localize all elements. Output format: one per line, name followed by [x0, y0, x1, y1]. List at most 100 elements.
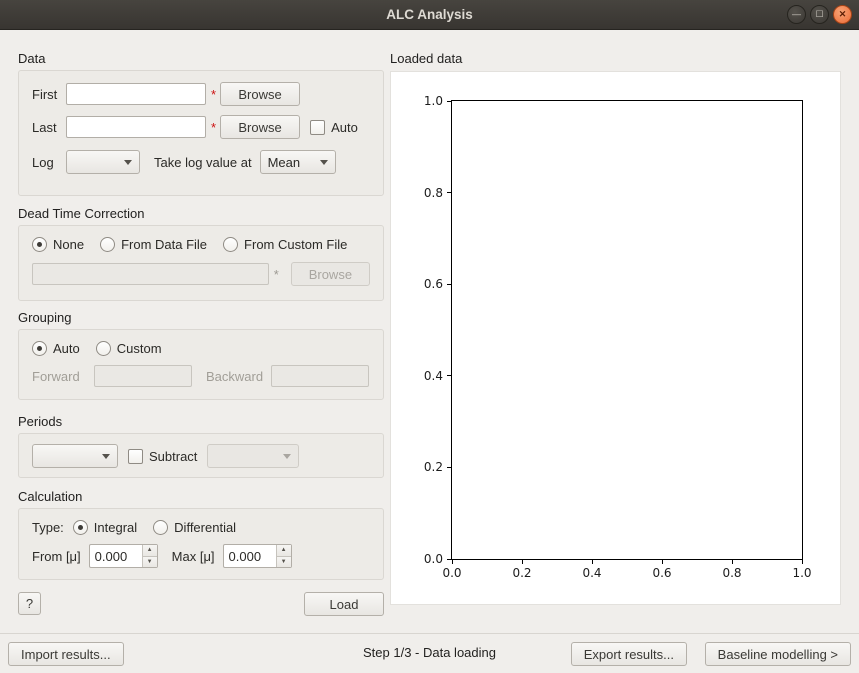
first-browse-button[interactable]: Browse	[220, 82, 300, 106]
log-label: Log	[32, 155, 66, 170]
load-button[interactable]: Load	[304, 592, 384, 616]
subtract-period-combo	[207, 444, 299, 468]
grouping-groupbox: Auto Custom Forward Backward	[18, 329, 384, 400]
x-tick-mark	[802, 559, 803, 564]
x-tick-mark	[662, 559, 663, 564]
radio-checked-icon	[32, 237, 47, 252]
close-icon[interactable]: ✕	[833, 5, 852, 24]
spin-up-icon[interactable]: ▲	[143, 545, 157, 557]
radio-icon	[223, 237, 238, 252]
backward-label: Backward	[206, 369, 263, 384]
deadtime-browse-button: Browse	[291, 262, 370, 286]
export-results-button[interactable]: Export results...	[571, 642, 687, 666]
from-mu-label: From [μ]	[32, 549, 81, 564]
deadtime-none-label: None	[53, 237, 84, 252]
calculation-groupbox: Type: Integral Differential From [μ] ▲ ▼…	[18, 508, 384, 580]
y-tick-label: 0.4	[424, 369, 443, 383]
checkbox-icon	[310, 120, 325, 135]
x-tick-label: 0.6	[652, 566, 671, 580]
deadtime-groupbox: None From Data File From Custom File * B…	[18, 225, 384, 301]
spin-up-icon[interactable]: ▲	[277, 545, 291, 557]
deadtime-radio-data-file[interactable]: From Data File	[100, 237, 207, 252]
forward-input	[94, 365, 192, 387]
grouping-auto-label: Auto	[53, 341, 80, 356]
subtract-checkbox-label: Subtract	[149, 449, 197, 464]
periods-section-title: Periods	[18, 414, 62, 429]
baseline-modelling-button[interactable]: Baseline modelling >	[705, 642, 851, 666]
auto-last-checkbox[interactable]: Auto	[310, 120, 358, 135]
y-tick-mark	[447, 284, 452, 285]
radio-checked-icon	[32, 341, 47, 356]
data-groupbox: First * Browse Last * Browse Auto Log Ta…	[18, 70, 384, 196]
log-value-at-value: Mean	[268, 155, 314, 170]
window-controls: — ☐ ✕	[787, 5, 852, 24]
y-tick-label: 1.0	[424, 94, 443, 108]
footer-bar: Step 1/3 - Data loading Import results..…	[0, 633, 859, 673]
calculation-section-title: Calculation	[18, 489, 82, 504]
y-tick-label: 0.0	[424, 552, 443, 566]
radio-icon	[96, 341, 111, 356]
last-browse-button[interactable]: Browse	[220, 115, 300, 139]
last-run-input[interactable]	[66, 116, 206, 138]
first-run-input[interactable]	[66, 83, 206, 105]
grouping-radio-auto[interactable]: Auto	[32, 341, 80, 356]
plot-canvas: 0.0 0.2 0.4 0.6 0.8 1.0 0.0 0.2 0.4 0.6 0.8 1.0	[390, 71, 841, 605]
max-spin-input[interactable]	[224, 545, 276, 567]
differential-label: Differential	[174, 520, 236, 535]
titlebar: ALC Analysis — ☐ ✕	[0, 0, 859, 30]
spin-down-icon[interactable]: ▼	[277, 557, 291, 568]
radio-checked-icon	[73, 520, 88, 535]
chevron-down-icon	[102, 454, 110, 459]
window-title: ALC Analysis	[386, 7, 473, 22]
x-tick-label: 0.8	[722, 566, 741, 580]
plot-axes: 0.00.20.40.60.81.00.00.20.40.60.81.0	[451, 100, 803, 560]
deadtime-custom-file-label: From Custom File	[244, 237, 347, 252]
y-tick-mark	[447, 192, 452, 193]
grouping-section-title: Grouping	[18, 310, 71, 325]
help-button[interactable]: ?	[18, 592, 41, 615]
x-tick-mark	[732, 559, 733, 564]
x-tick-mark	[522, 559, 523, 564]
period-combo[interactable]	[32, 444, 118, 468]
radio-icon	[100, 237, 115, 252]
chevron-down-icon	[320, 160, 328, 165]
y-tick-label: 0.2	[424, 460, 443, 474]
last-label: Last	[32, 120, 66, 135]
grouping-radio-custom[interactable]: Custom	[96, 341, 162, 356]
max-mu-label: Max [μ]	[172, 549, 215, 564]
x-tick-label: 1.0	[792, 566, 811, 580]
backward-input	[271, 365, 369, 387]
from-spinbox[interactable]: ▲ ▼	[89, 544, 158, 568]
integral-label: Integral	[94, 520, 137, 535]
max-spinbox[interactable]: ▲ ▼	[223, 544, 292, 568]
x-tick-label: 0.0	[442, 566, 461, 580]
maximize-icon[interactable]: ☐	[810, 5, 829, 24]
subtract-checkbox[interactable]: Subtract	[128, 449, 197, 464]
deadtime-radio-custom-file[interactable]: From Custom File	[223, 237, 347, 252]
type-radio-integral[interactable]: Integral	[73, 520, 137, 535]
deadtime-radio-none[interactable]: None	[32, 237, 84, 252]
type-label: Type:	[32, 520, 64, 535]
y-tick-label: 0.6	[424, 277, 443, 291]
type-radio-differential[interactable]: Differential	[153, 520, 236, 535]
log-value-at-combo[interactable]: Mean	[260, 150, 336, 174]
x-tick-label: 0.2	[512, 566, 531, 580]
spin-down-icon[interactable]: ▼	[143, 557, 157, 568]
radio-icon	[153, 520, 168, 535]
y-tick-label: 0.8	[424, 186, 443, 200]
x-tick-label: 0.4	[582, 566, 601, 580]
chevron-down-icon	[283, 454, 291, 459]
y-tick-mark	[447, 375, 452, 376]
import-results-button[interactable]: Import results...	[8, 642, 124, 666]
checkbox-icon	[128, 449, 143, 464]
y-tick-mark	[447, 101, 452, 102]
log-combo[interactable]	[66, 150, 140, 174]
deadtime-file-input	[32, 263, 269, 285]
minimize-icon[interactable]: —	[787, 5, 806, 24]
last-required-marker: *	[211, 120, 216, 135]
from-spin-input[interactable]	[90, 545, 142, 567]
grouping-custom-label: Custom	[117, 341, 162, 356]
data-section-title: Data	[18, 51, 45, 66]
periods-groupbox: Subtract	[18, 433, 384, 478]
y-tick-mark	[447, 467, 452, 468]
